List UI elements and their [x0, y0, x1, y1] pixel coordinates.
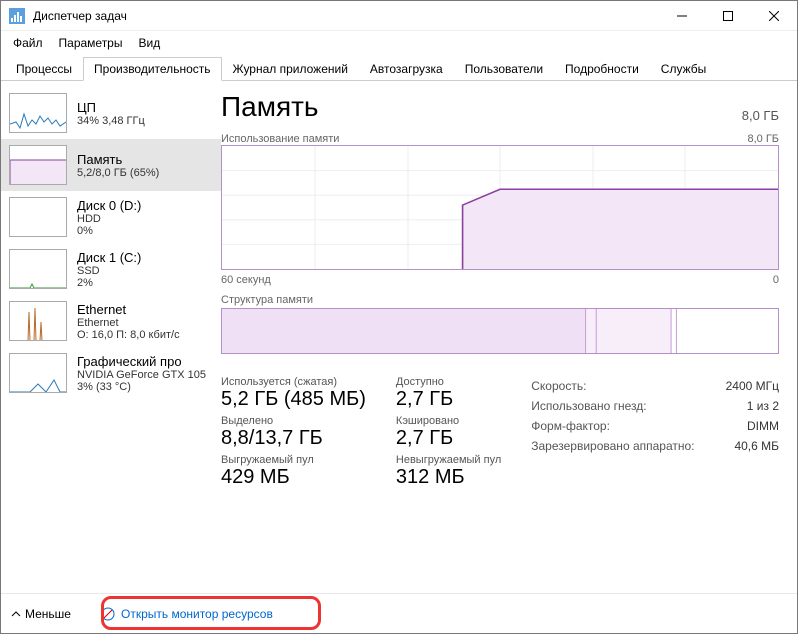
- titlebar[interactable]: Диспетчер задач: [1, 1, 797, 31]
- tab-services[interactable]: Службы: [650, 57, 717, 80]
- task-manager-window: Диспетчер задач Файл Параметры Вид Проце…: [0, 0, 798, 634]
- window-title: Диспетчер задач: [33, 9, 659, 23]
- stat-label: Доступно: [396, 376, 501, 388]
- minimize-button[interactable]: [659, 1, 705, 31]
- disk0-thumb: [9, 197, 67, 237]
- sidebar-item-label: Графический про: [77, 354, 206, 369]
- stat-label: Выгружаемый пул: [221, 454, 366, 466]
- close-button[interactable]: [751, 1, 797, 31]
- chart1-xleft: 60 секунд: [221, 274, 271, 286]
- memory-total: 8,0 ГБ: [742, 108, 779, 123]
- footer: Меньше Открыть монитор ресурсов: [1, 593, 797, 633]
- tab-users[interactable]: Пользователи: [454, 57, 554, 80]
- chart2-label: Структура памяти: [221, 294, 779, 306]
- chevron-up-icon: [11, 609, 21, 619]
- kv-key: Зарезервировано аппаратно:: [531, 436, 701, 456]
- menu-file[interactable]: Файл: [7, 34, 49, 52]
- kv-key: Использовано гнезд:: [531, 396, 701, 416]
- sidebar: ЦП34% 3,48 ГГц Память5,2/8,0 ГБ (65%) Ди…: [1, 81, 221, 593]
- stat-value: 2,7 ГБ: [396, 388, 501, 411]
- open-resource-monitor-link[interactable]: Открыть монитор ресурсов: [101, 607, 273, 621]
- sidebar-item-label: Ethernet: [77, 302, 180, 317]
- sidebar-item-label: Память: [77, 152, 159, 167]
- fewer-details-button[interactable]: Меньше: [11, 607, 71, 621]
- kv-val: 1 из 2: [747, 396, 779, 416]
- stat-label: Кэшировано: [396, 415, 501, 427]
- sidebar-item-label: Диск 0 (D:): [77, 198, 141, 213]
- kv-val: 2400 МГц: [726, 376, 779, 396]
- sidebar-item-label: ЦП: [77, 100, 145, 115]
- stat-value: 2,7 ГБ: [396, 427, 501, 450]
- kv-val: DIMM: [747, 416, 779, 436]
- stat-value: 8,8/13,7 ГБ: [221, 427, 366, 450]
- tabs: Процессы Производительность Журнал прило…: [1, 55, 797, 81]
- tab-details[interactable]: Подробности: [554, 57, 650, 80]
- stat-value: 312 МБ: [396, 466, 501, 489]
- sidebar-item-label: Диск 1 (C:): [77, 250, 141, 265]
- page-title: Память: [221, 91, 319, 123]
- sidebar-item-gpu[interactable]: Графический проNVIDIA GeForce GTX 1053% …: [1, 347, 221, 399]
- chart1-label-right: 8,0 ГБ: [747, 133, 779, 145]
- tab-performance[interactable]: Производительность: [83, 57, 221, 81]
- maximize-button[interactable]: [705, 1, 751, 31]
- stat-label: Невыгружаемый пул: [396, 454, 501, 466]
- sidebar-item-disk0[interactable]: Диск 0 (D:)HDD0%: [1, 191, 221, 243]
- kv-key: Скорость:: [531, 376, 701, 396]
- memory-composition-chart: [221, 308, 779, 354]
- tab-startup[interactable]: Автозагрузка: [359, 57, 454, 80]
- ethernet-thumb: [9, 301, 67, 341]
- stats: Используется (сжатая)5,2 ГБ (485 МБ) Выд…: [221, 376, 779, 493]
- stat-label: Выделено: [221, 415, 366, 427]
- sidebar-item-memory[interactable]: Память5,2/8,0 ГБ (65%): [1, 139, 221, 191]
- cpu-thumb: [9, 93, 67, 133]
- disk1-thumb: [9, 249, 67, 289]
- sidebar-item-disk1[interactable]: Диск 1 (C:)SSD2%: [1, 243, 221, 295]
- tab-app-history[interactable]: Журнал приложений: [222, 57, 359, 80]
- memory-usage-chart: [221, 145, 779, 270]
- main-panel: Память 8,0 ГБ Использование памяти 8,0 Г…: [221, 81, 797, 593]
- kv-val: 40,6 МБ: [734, 436, 779, 456]
- tab-processes[interactable]: Процессы: [5, 57, 83, 80]
- menu-view[interactable]: Вид: [132, 34, 166, 52]
- kv-key: Форм-фактор:: [531, 416, 701, 436]
- resource-monitor-icon: [101, 607, 115, 621]
- app-icon: [9, 8, 25, 24]
- memory-thumb: [9, 145, 67, 185]
- menu-options[interactable]: Параметры: [53, 34, 129, 52]
- gpu-thumb: [9, 353, 67, 393]
- chart1-xright: 0: [773, 274, 779, 286]
- stat-label: Используется (сжатая): [221, 376, 366, 388]
- sidebar-item-ethernet[interactable]: EthernetEthernetО: 16,0 П: 8,0 кбит/с: [1, 295, 221, 347]
- stat-value: 5,2 ГБ (485 МБ): [221, 388, 366, 411]
- menubar: Файл Параметры Вид: [1, 31, 797, 55]
- chart1-label: Использование памяти: [221, 133, 339, 145]
- sidebar-item-cpu[interactable]: ЦП34% 3,48 ГГц: [1, 87, 221, 139]
- stat-value: 429 МБ: [221, 466, 366, 489]
